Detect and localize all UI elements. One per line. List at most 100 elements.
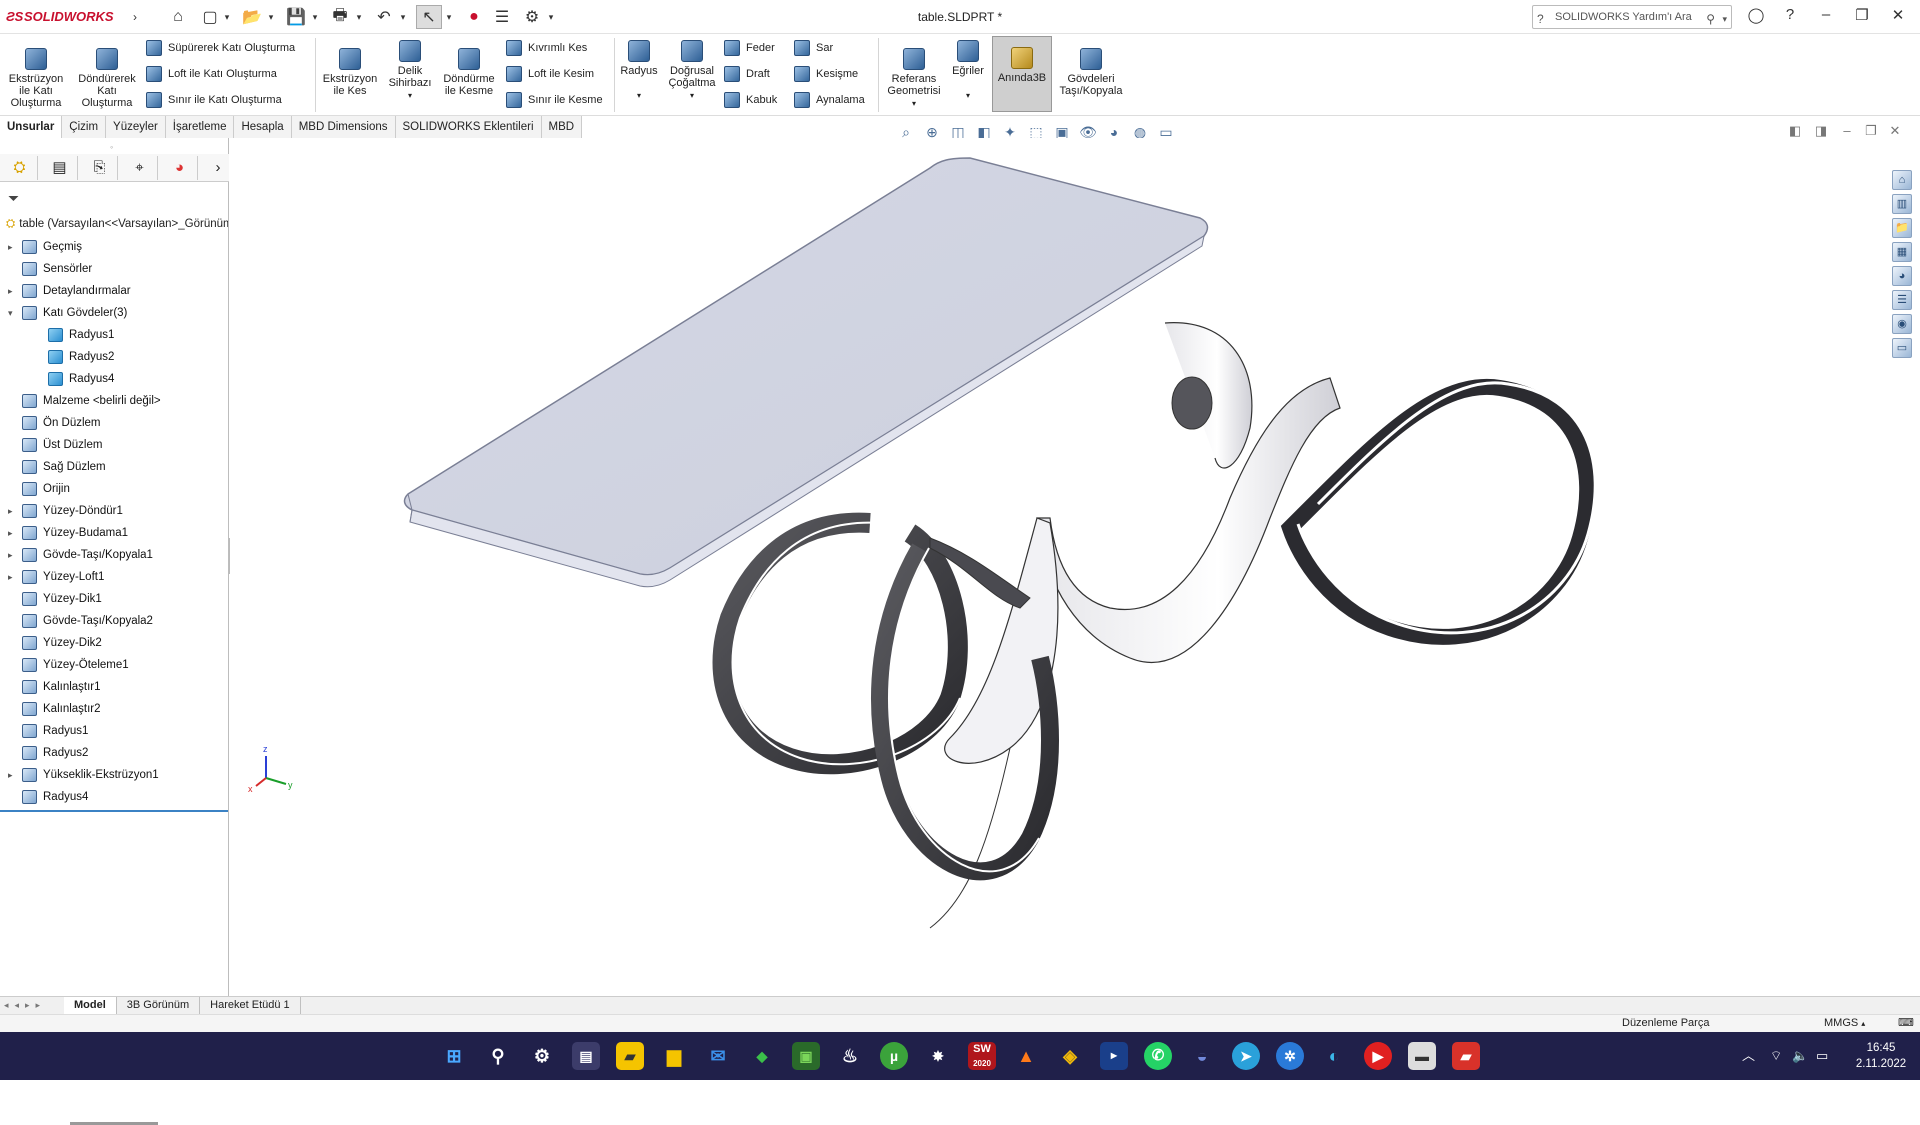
help-icon[interactable]: ? [1776, 6, 1804, 28]
tree-item[interactable]: Orijin [8, 478, 70, 500]
loft-cut-button[interactable]: Loft ile Kesim [506, 64, 594, 84]
save-icon[interactable]: 💾 [284, 5, 308, 29]
appearances-icon[interactable]: ◕ [1892, 266, 1912, 286]
open-dropdown-icon[interactable]: ▾ [266, 5, 276, 29]
draft-button[interactable]: Draft [724, 64, 770, 84]
tree-item[interactable]: Radyus2 [34, 346, 114, 368]
loft-boss-button[interactable]: Loft ile Katı Oluşturma [146, 64, 277, 84]
tree-item[interactable]: ▾ Katı Gövdeler(3) [8, 302, 127, 324]
chat-icon[interactable]: ▭ [1892, 338, 1912, 358]
tree-item[interactable]: Sensörler [8, 258, 92, 280]
restore-icon[interactable]: ❐ [1848, 6, 1876, 28]
dimxpert-manager-tab-icon[interactable]: ⌖ [122, 156, 158, 180]
search-dropdown-icon[interactable]: ▾ [1722, 8, 1727, 30]
xbox-icon[interactable]: ◆ [748, 1042, 776, 1070]
unit-system-selector[interactable]: MMGS ▴ [1824, 1015, 1865, 1032]
open-folder-icon[interactable]: 📂 [240, 5, 264, 29]
close-icon[interactable]: ✕ [1884, 6, 1912, 28]
hole-wizard-dropdown-icon[interactable]: ▾ [408, 91, 412, 100]
matlab-icon[interactable]: ▲ [1012, 1042, 1040, 1070]
tree-item[interactable]: Sağ Düzlem [8, 456, 106, 478]
view-palette-icon[interactable]: ▦ [1892, 242, 1912, 262]
custom-properties-icon[interactable]: ☰ [1892, 290, 1912, 310]
settings-taskbar-icon[interactable]: ⚙ [528, 1042, 556, 1070]
tree-item[interactable]: Üst Düzlem [8, 434, 102, 456]
tab-markup[interactable]: İşaretleme [165, 116, 235, 138]
display-manager-tab-icon[interactable]: ◕ [162, 156, 198, 180]
undo-icon[interactable]: ↶ [372, 5, 396, 29]
viewport-collapse-icon[interactable]: ◧ [1786, 123, 1804, 139]
select-arrow-icon[interactable]: ↖ [416, 5, 442, 29]
print-icon[interactable]: 🖶 [328, 5, 352, 29]
tab-motion-study[interactable]: Hareket Etüdü 1 [200, 997, 301, 1015]
printer-app-icon[interactable]: ▬ [1408, 1042, 1436, 1070]
tree-item[interactable]: Yüzey-Dik2 [8, 632, 102, 654]
options-dropdown-icon[interactable]: ▾ [546, 5, 556, 29]
tree-item[interactable]: Radyus4 [8, 786, 88, 808]
help-search-input[interactable]: ? SOLIDWORKS Yardım'ı Ara ⚲ ▾ [1532, 5, 1732, 29]
steam-icon[interactable]: ♨ [836, 1042, 864, 1070]
telegram-icon[interactable]: ➤ [1232, 1042, 1260, 1070]
tree-item[interactable]: Radyus1 [8, 720, 88, 742]
tab-model[interactable]: Model [64, 997, 117, 1015]
tree-item[interactable]: Yüzey-Dik1 [8, 588, 102, 610]
expand-arrow-icon[interactable]: ▸ [8, 500, 22, 522]
fillet-dropdown-icon[interactable]: ▾ [637, 91, 641, 100]
3d-model-view[interactable]: z y x [230, 138, 1920, 996]
linear-pattern-button[interactable]: Doğrusal Çoğaltma ▾ [664, 40, 720, 102]
tree-item[interactable]: Yüzey-Öteleme1 [8, 654, 129, 676]
binance-icon[interactable]: ◈ [1056, 1042, 1084, 1070]
rib-button[interactable]: Feder [724, 38, 775, 58]
tree-item[interactable]: ▸ Detaylandırmalar [8, 280, 131, 302]
user-account-icon[interactable]: ◯ [1742, 6, 1770, 28]
tab-solidworks-addins[interactable]: SOLIDWORKS Eklentileri [395, 116, 542, 138]
extrude-cut-button[interactable]: Ekstrüzyon ile Kes [320, 48, 380, 97]
expand-arrow-icon[interactable]: ▾ [8, 302, 22, 324]
nvidia-icon[interactable]: ▣ [792, 1042, 820, 1070]
home-icon[interactable]: ⌂ [166, 5, 190, 29]
file-properties-icon[interactable]: ☰ [490, 5, 514, 29]
discord-icon[interactable]: ◒ [1188, 1042, 1216, 1070]
shell-button[interactable]: Kabuk [724, 90, 777, 110]
tab-mbd-dimensions[interactable]: MBD Dimensions [291, 116, 396, 138]
solidworks-resources-home-icon[interactable]: ⌂ [1892, 170, 1912, 190]
tree-item[interactable]: ▸ Yüzey-Döndür1 [8, 500, 123, 522]
tree-item[interactable]: Gövde-Taşı/Kopyala2 [8, 610, 153, 632]
store-icon[interactable]: ▤ [572, 1042, 600, 1070]
mail-icon[interactable]: ✉ [704, 1042, 732, 1070]
battery-icon[interactable]: ▭ [1816, 1032, 1828, 1080]
pattern-dropdown-icon[interactable]: ▾ [690, 91, 694, 100]
viewport-restore-icon[interactable]: ❐ [1862, 123, 1880, 139]
move-copy-bodies-button[interactable]: Gövdeleri Taşı/Kopyala [1058, 48, 1124, 97]
fillet-button[interactable]: Radyus ▾ [618, 40, 660, 102]
viewport-expand-icon[interactable]: ◨ [1812, 123, 1830, 139]
tree-item[interactable]: ▸ Geçmiş [8, 236, 82, 258]
print-dropdown-icon[interactable]: ▾ [354, 5, 364, 29]
expand-arrow-icon[interactable]: ▸ [8, 236, 22, 258]
wrap-button[interactable]: Sar [794, 38, 833, 58]
sweep-boss-button[interactable]: Süpürerek Katı Oluşturma [146, 38, 295, 58]
panel-grip-icon[interactable]: ◦ [110, 142, 113, 152]
status-chat-icon[interactable]: ⌨ [1898, 1015, 1914, 1032]
ref-geometry-dropdown-icon[interactable]: ▾ [912, 99, 916, 108]
curves-button[interactable]: Eğriler ▾ [948, 40, 988, 102]
extrude-boss-button[interactable]: Ekstrüzyon ile Katı Oluşturma [6, 48, 66, 109]
media-player-icon[interactable]: ▶ [1364, 1042, 1392, 1070]
tree-item[interactable]: ▸ Yüzey-Budama1 [8, 522, 128, 544]
sticky-notes-icon[interactable]: ▰ [616, 1042, 644, 1070]
racing-game-icon[interactable]: ▰ [1452, 1042, 1480, 1070]
tree-item[interactable]: Ön Düzlem [8, 412, 101, 434]
hole-wizard-button[interactable]: Delik Sihirbazı ▾ [384, 40, 436, 102]
tree-item[interactable]: Malzeme <belirli değil> [8, 390, 161, 412]
app-icon[interactable]: ✲ [1276, 1042, 1304, 1070]
reference-geometry-button[interactable]: Referans Geometrisi ▾ [882, 48, 946, 110]
utorrent-icon[interactable]: µ [880, 1042, 908, 1070]
viewport-close-icon[interactable]: ✕ [1886, 123, 1904, 139]
intersect-button[interactable]: Kesişme [794, 64, 858, 84]
expand-arrow-icon[interactable]: ▸ [8, 544, 22, 566]
expand-arrow-icon[interactable]: ▸ [8, 522, 22, 544]
tree-item[interactable]: ▸ Yükseklik-Ekstrüzyon1 [8, 764, 159, 786]
tree-item[interactable]: Radyus4 [34, 368, 114, 390]
revolve-boss-button[interactable]: Döndürerek Katı Oluşturma [74, 48, 140, 109]
solidworks-taskbar-icon[interactable]: SW 2020 [968, 1042, 996, 1070]
